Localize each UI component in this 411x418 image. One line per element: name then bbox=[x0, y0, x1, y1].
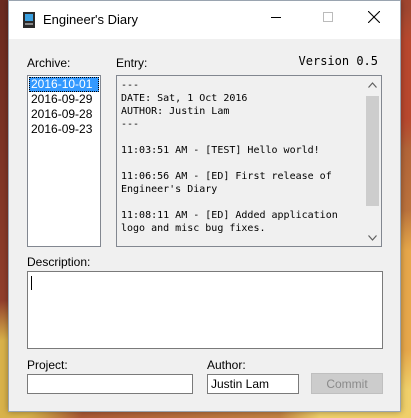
archive-item[interactable]: 2016-10-01 bbox=[29, 77, 99, 92]
maximize-button[interactable] bbox=[305, 1, 351, 33]
chevron-up-icon bbox=[368, 81, 377, 88]
scroll-thumb[interactable] bbox=[366, 96, 379, 206]
entry-label: Entry: bbox=[116, 56, 148, 70]
window-title: Engineer's Diary bbox=[43, 12, 138, 27]
minimize-button[interactable] bbox=[253, 1, 299, 33]
notebook-icon bbox=[23, 12, 35, 28]
archive-item[interactable]: 2016-09-28 bbox=[29, 107, 99, 122]
close-icon bbox=[368, 11, 380, 23]
entry-scrollbar[interactable] bbox=[364, 76, 381, 246]
project-label: Project: bbox=[27, 358, 68, 372]
description-label: Description: bbox=[27, 255, 91, 269]
author-field[interactable] bbox=[207, 374, 299, 394]
author-label: Author: bbox=[207, 358, 246, 372]
commit-button[interactable]: Commit bbox=[311, 373, 383, 394]
text-caret bbox=[31, 276, 32, 290]
entry-textbox[interactable]: --- DATE: Sat, 1 Oct 2016 AUTHOR: Justin… bbox=[116, 75, 382, 247]
close-button[interactable] bbox=[351, 1, 397, 33]
project-field[interactable] bbox=[27, 374, 193, 394]
archive-item[interactable]: 2016-09-29 bbox=[29, 92, 99, 107]
minimize-icon bbox=[271, 17, 281, 18]
scroll-down-button[interactable] bbox=[364, 229, 381, 246]
app-window: Engineer's Diary Archive: 2016-10-01 201… bbox=[8, 0, 401, 412]
scroll-up-button[interactable] bbox=[364, 76, 381, 93]
archive-listbox[interactable]: 2016-10-01 2016-09-29 2016-09-28 2016-09… bbox=[27, 75, 101, 247]
title-bar[interactable]: Engineer's Diary bbox=[9, 1, 400, 39]
archive-label: Archive: bbox=[27, 56, 71, 70]
chevron-down-icon bbox=[368, 234, 377, 241]
description-field[interactable] bbox=[27, 271, 383, 349]
maximize-icon bbox=[323, 12, 333, 22]
archive-item[interactable]: 2016-09-23 bbox=[29, 122, 99, 137]
entry-text: --- DATE: Sat, 1 Oct 2016 AUTHOR: Justin… bbox=[121, 80, 338, 234]
version-label: Version 0.5 bbox=[298, 54, 378, 68]
